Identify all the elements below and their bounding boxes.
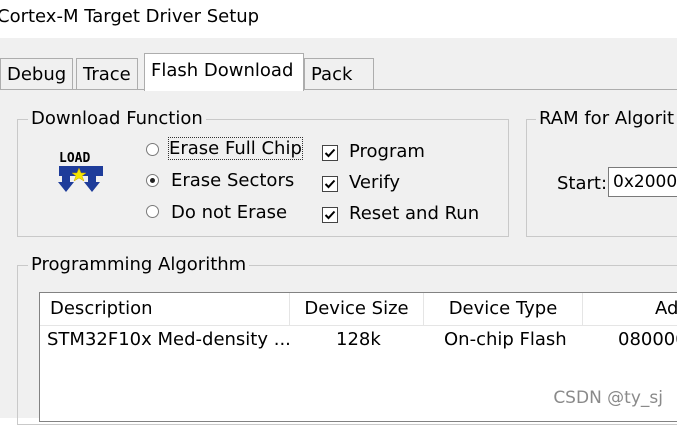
tab-debug-label: Debug [7, 64, 67, 85]
checkmark-icon [324, 179, 336, 189]
column-description[interactable]: Description [40, 293, 290, 325]
radio-erase-sectors[interactable] [146, 174, 159, 187]
checkmark-icon [324, 148, 336, 158]
load-icon: LOAD [56, 148, 108, 196]
radio-erase-full-chip-label[interactable]: Erase Full Chip [168, 137, 303, 160]
tab-debug[interactable]: Debug [0, 58, 74, 89]
title-bar: Cortex-M Target Driver Setup [0, 0, 677, 38]
checkbox-program-label[interactable]: Program [349, 141, 425, 162]
tab-trace[interactable]: Trace [76, 58, 138, 89]
ram-group-title: RAM for Algorit [536, 108, 677, 129]
radio-do-not-erase-label[interactable]: Do not Erase [171, 202, 287, 223]
ram-start-input[interactable]: 0x20000 [608, 167, 677, 197]
ram-start-label: Start: [557, 173, 608, 194]
tab-flash-download[interactable]: Flash Download [144, 53, 304, 91]
download-function-title: Download Function [28, 108, 206, 129]
checkbox-reset-and-run[interactable] [322, 207, 338, 223]
checkbox-verify-label[interactable]: Verify [349, 172, 400, 193]
column-address[interactable]: Ad [583, 293, 677, 325]
algorithm-list-header: Description Device Size Device Type Ad [40, 293, 677, 326]
row-device-size: 128k [336, 329, 381, 350]
column-device-size[interactable]: Device Size [290, 293, 424, 325]
tab-pack[interactable]: Pack [304, 58, 374, 89]
radio-erase-full-chip[interactable] [146, 143, 159, 156]
row-address: 080000 [618, 329, 677, 350]
row-description: STM32F10x Med-density ... [47, 329, 291, 350]
column-device-type[interactable]: Device Type [424, 293, 583, 325]
checkbox-program[interactable] [322, 145, 338, 161]
tab-strip-border [0, 89, 677, 90]
load-icon-text: LOAD [59, 151, 90, 166]
checkbox-verify[interactable] [322, 176, 338, 192]
window-title: Cortex-M Target Driver Setup [0, 6, 260, 27]
programming-algorithm-title: Programming Algorithm [28, 254, 250, 275]
radio-erase-sectors-label[interactable]: Erase Sectors [171, 170, 294, 191]
tab-trace-label: Trace [83, 64, 131, 85]
tab-pack-label: Pack [311, 64, 353, 85]
checkbox-reset-and-run-label[interactable]: Reset and Run [349, 203, 479, 224]
watermark: CSDN @ty_sj [553, 388, 663, 408]
checkmark-icon [324, 210, 336, 220]
tab-flash-download-label: Flash Download [151, 60, 294, 81]
row-device-type: On-chip Flash [444, 329, 567, 350]
radio-do-not-erase[interactable] [146, 205, 159, 218]
